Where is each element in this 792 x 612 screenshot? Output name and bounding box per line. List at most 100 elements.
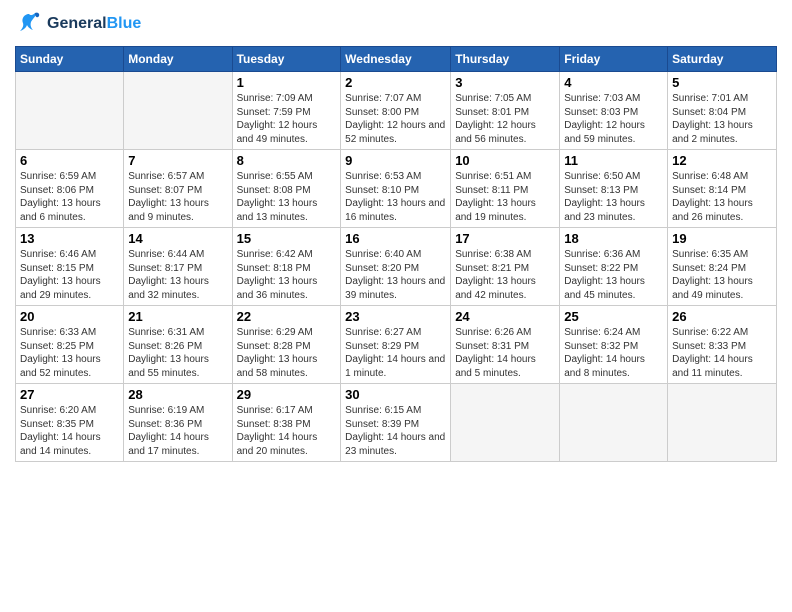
day-number: 28	[128, 387, 227, 402]
day-info: Sunrise: 6:51 AM Sunset: 8:11 PM Dayligh…	[455, 170, 555, 224]
day-number: 14	[128, 231, 227, 246]
day-info: Sunrise: 6:42 AM Sunset: 8:18 PM Dayligh…	[237, 248, 337, 302]
logo-icon	[15, 10, 43, 38]
day-number: 18	[564, 231, 663, 246]
day-number: 9	[345, 153, 446, 168]
week-row-5: 27 Sunrise: 6:20 AM Sunset: 8:35 PM Dayli…	[16, 384, 777, 462]
calendar-cell	[668, 384, 777, 462]
day-info: Sunrise: 6:40 AM Sunset: 8:20 PM Dayligh…	[345, 248, 446, 302]
calendar-cell: 7 Sunrise: 6:57 AM Sunset: 8:07 PM Daylig…	[124, 150, 232, 228]
day-info: Sunrise: 6:38 AM Sunset: 8:21 PM Dayligh…	[455, 248, 555, 302]
calendar-cell: 6 Sunrise: 6:59 AM Sunset: 8:06 PM Daylig…	[16, 150, 124, 228]
day-info: Sunrise: 6:15 AM Sunset: 8:39 PM Dayligh…	[345, 404, 446, 458]
calendar-cell: 23 Sunrise: 6:27 AM Sunset: 8:29 PM Dayli…	[341, 306, 451, 384]
col-header-tuesday: Tuesday	[232, 47, 341, 72]
day-info: Sunrise: 6:36 AM Sunset: 8:22 PM Dayligh…	[564, 248, 663, 302]
day-number: 26	[672, 309, 772, 324]
calendar-cell: 10 Sunrise: 6:51 AM Sunset: 8:11 PM Dayli…	[451, 150, 560, 228]
calendar-cell: 11Sunrise: 6:50 AM Sunset: 8:13 PM Dayli…	[560, 150, 668, 228]
day-number: 6	[20, 153, 119, 168]
day-number: 13	[20, 231, 119, 246]
day-number: 16	[345, 231, 446, 246]
day-info: Sunrise: 6:53 AM Sunset: 8:10 PM Dayligh…	[345, 170, 446, 224]
calendar-cell	[451, 384, 560, 462]
day-number: 15	[237, 231, 337, 246]
day-number: 10	[455, 153, 555, 168]
day-info: Sunrise: 6:27 AM Sunset: 8:29 PM Dayligh…	[345, 326, 446, 380]
day-number: 23	[345, 309, 446, 324]
week-row-1: 1Sunrise: 7:09 AM Sunset: 7:59 PM Daylig…	[16, 72, 777, 150]
day-number: 12	[672, 153, 772, 168]
day-info: Sunrise: 7:03 AM Sunset: 8:03 PM Dayligh…	[564, 92, 663, 146]
calendar-cell	[16, 72, 124, 150]
logo-text: GeneralBlue	[47, 15, 141, 33]
week-row-3: 13Sunrise: 6:46 AM Sunset: 8:15 PM Dayli…	[16, 228, 777, 306]
day-info: Sunrise: 6:22 AM Sunset: 8:33 PM Dayligh…	[672, 326, 772, 380]
day-number: 2	[345, 75, 446, 90]
day-number: 30	[345, 387, 446, 402]
calendar-cell	[124, 72, 232, 150]
day-info: Sunrise: 6:59 AM Sunset: 8:06 PM Dayligh…	[20, 170, 119, 224]
day-number: 19	[672, 231, 772, 246]
day-number: 27	[20, 387, 119, 402]
calendar-cell: 3 Sunrise: 7:05 AM Sunset: 8:01 PM Daylig…	[451, 72, 560, 150]
day-number: 29	[237, 387, 337, 402]
day-number: 25	[564, 309, 663, 324]
calendar-header-row: SundayMondayTuesdayWednesdayThursdayFrid…	[16, 47, 777, 72]
calendar-cell: 19 Sunrise: 6:35 AM Sunset: 8:24 PM Dayli…	[668, 228, 777, 306]
day-number: 11	[564, 153, 663, 168]
day-info: Sunrise: 6:19 AM Sunset: 8:36 PM Dayligh…	[128, 404, 227, 458]
calendar-cell: 2 Sunrise: 7:07 AM Sunset: 8:00 PM Daylig…	[341, 72, 451, 150]
col-header-saturday: Saturday	[668, 47, 777, 72]
calendar-cell	[560, 384, 668, 462]
calendar-cell: 4Sunrise: 7:03 AM Sunset: 8:03 PM Daylig…	[560, 72, 668, 150]
calendar-cell: 28 Sunrise: 6:19 AM Sunset: 8:36 PM Dayli…	[124, 384, 232, 462]
day-number: 7	[128, 153, 227, 168]
day-info: Sunrise: 7:01 AM Sunset: 8:04 PM Dayligh…	[672, 92, 772, 146]
calendar-cell: 22 Sunrise: 6:29 AM Sunset: 8:28 PM Dayli…	[232, 306, 341, 384]
day-number: 8	[237, 153, 337, 168]
calendar-cell: 17Sunrise: 6:38 AM Sunset: 8:21 PM Dayli…	[451, 228, 560, 306]
calendar-cell: 5 Sunrise: 7:01 AM Sunset: 8:04 PM Daylig…	[668, 72, 777, 150]
logo: GeneralBlue	[15, 10, 141, 38]
col-header-friday: Friday	[560, 47, 668, 72]
calendar-cell: 8 Sunrise: 6:55 AM Sunset: 8:08 PM Daylig…	[232, 150, 341, 228]
day-info: Sunrise: 6:20 AM Sunset: 8:35 PM Dayligh…	[20, 404, 119, 458]
col-header-wednesday: Wednesday	[341, 47, 451, 72]
day-info: Sunrise: 7:07 AM Sunset: 8:00 PM Dayligh…	[345, 92, 446, 146]
day-info: Sunrise: 7:05 AM Sunset: 8:01 PM Dayligh…	[455, 92, 555, 146]
calendar-cell: 21Sunrise: 6:31 AM Sunset: 8:26 PM Dayli…	[124, 306, 232, 384]
day-info: Sunrise: 6:17 AM Sunset: 8:38 PM Dayligh…	[237, 404, 337, 458]
day-info: Sunrise: 6:48 AM Sunset: 8:14 PM Dayligh…	[672, 170, 772, 224]
day-info: Sunrise: 6:35 AM Sunset: 8:24 PM Dayligh…	[672, 248, 772, 302]
calendar-cell: 20Sunrise: 6:33 AM Sunset: 8:25 PM Dayli…	[16, 306, 124, 384]
calendar-cell: 27 Sunrise: 6:20 AM Sunset: 8:35 PM Dayli…	[16, 384, 124, 462]
calendar-cell: 26 Sunrise: 6:22 AM Sunset: 8:33 PM Dayli…	[668, 306, 777, 384]
calendar-cell: 13Sunrise: 6:46 AM Sunset: 8:15 PM Dayli…	[16, 228, 124, 306]
calendar-cell: 15 Sunrise: 6:42 AM Sunset: 8:18 PM Dayli…	[232, 228, 341, 306]
day-info: Sunrise: 7:09 AM Sunset: 7:59 PM Dayligh…	[237, 92, 337, 146]
col-header-monday: Monday	[124, 47, 232, 72]
calendar-cell: 1Sunrise: 7:09 AM Sunset: 7:59 PM Daylig…	[232, 72, 341, 150]
calendar-cell: 25 Sunrise: 6:24 AM Sunset: 8:32 PM Dayli…	[560, 306, 668, 384]
day-info: Sunrise: 6:55 AM Sunset: 8:08 PM Dayligh…	[237, 170, 337, 224]
day-info: Sunrise: 6:24 AM Sunset: 8:32 PM Dayligh…	[564, 326, 663, 380]
day-number: 5	[672, 75, 772, 90]
day-number: 22	[237, 309, 337, 324]
day-number: 3	[455, 75, 555, 90]
calendar-cell: 9 Sunrise: 6:53 AM Sunset: 8:10 PM Daylig…	[341, 150, 451, 228]
day-number: 24	[455, 309, 555, 324]
day-number: 20	[20, 309, 119, 324]
col-header-thursday: Thursday	[451, 47, 560, 72]
calendar-cell: 12 Sunrise: 6:48 AM Sunset: 8:14 PM Dayli…	[668, 150, 777, 228]
col-header-sunday: Sunday	[16, 47, 124, 72]
day-number: 21	[128, 309, 227, 324]
day-info: Sunrise: 6:26 AM Sunset: 8:31 PM Dayligh…	[455, 326, 555, 380]
calendar-cell: 14Sunrise: 6:44 AM Sunset: 8:17 PM Dayli…	[124, 228, 232, 306]
calendar-cell: 16 Sunrise: 6:40 AM Sunset: 8:20 PM Dayli…	[341, 228, 451, 306]
day-info: Sunrise: 6:57 AM Sunset: 8:07 PM Dayligh…	[128, 170, 227, 224]
calendar-table: SundayMondayTuesdayWednesdayThursdayFrid…	[15, 46, 777, 462]
day-info: Sunrise: 6:29 AM Sunset: 8:28 PM Dayligh…	[237, 326, 337, 380]
page: GeneralBlue SundayMondayTuesdayWednesday…	[0, 0, 792, 612]
calendar-cell: 29 Sunrise: 6:17 AM Sunset: 8:38 PM Dayli…	[232, 384, 341, 462]
